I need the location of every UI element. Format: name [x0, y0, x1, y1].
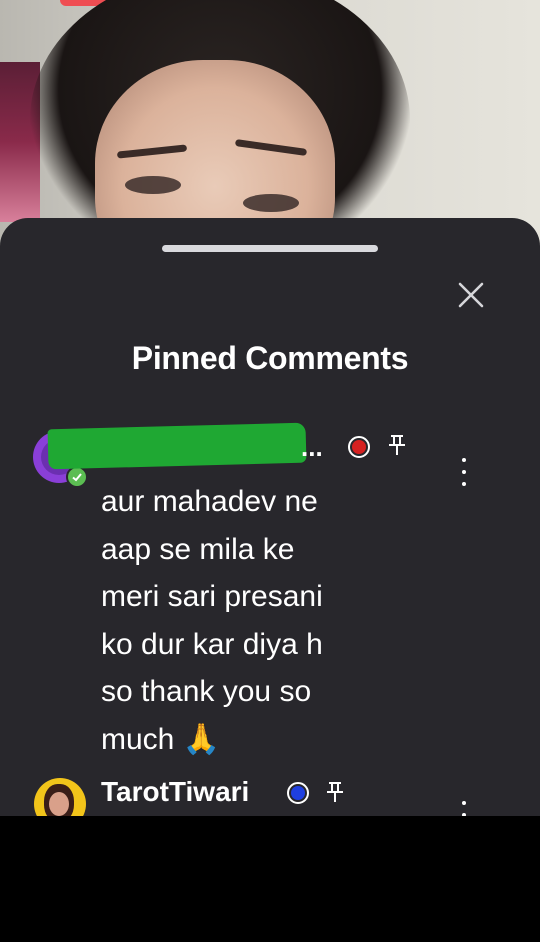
check-icon	[72, 473, 82, 482]
pin-icon	[389, 435, 405, 455]
redacted-username	[47, 422, 307, 470]
left-eye	[125, 176, 181, 194]
comment-author[interactable]: TarotTiwari	[101, 776, 249, 808]
sheet-title: Pinned Comments	[131, 340, 409, 376]
pinned-comments-sheet: Pinned Comments ... aur mahadev ne aap s…	[0, 218, 540, 816]
close-icon	[458, 282, 484, 308]
comment-text: aur mahadev ne aap se mila ke meri sari …	[101, 485, 323, 756]
status-dot	[287, 782, 309, 804]
close-button[interactable]	[452, 276, 490, 314]
tarottiwari-avatar[interactable]	[34, 778, 86, 816]
status-dot	[348, 436, 370, 458]
right-brow	[234, 139, 308, 156]
more-options-button[interactable]	[454, 801, 474, 816]
verified-badge	[66, 466, 88, 488]
pin-icon	[327, 782, 343, 802]
more-options-button[interactable]	[454, 458, 474, 486]
username-truncation: ...	[301, 432, 323, 462]
left-brow	[116, 144, 188, 159]
right-eye	[243, 194, 299, 212]
drag-handle[interactable]	[162, 245, 378, 252]
